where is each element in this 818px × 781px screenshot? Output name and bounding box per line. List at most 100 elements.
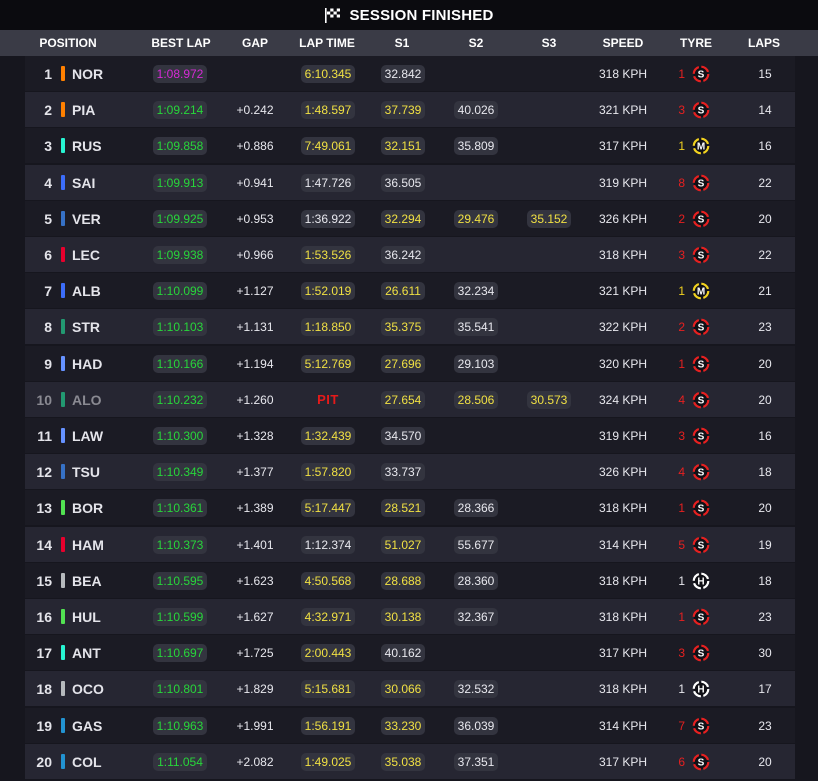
speed-value: 318 KPH xyxy=(598,500,648,515)
col-header-lap-time[interactable]: LAP TIME xyxy=(292,30,362,56)
lap-time-cell: 4:50.568 xyxy=(289,563,367,598)
table-row[interactable]: 17 ANT 1:10.697 +1.725 2:00.443 40.162 317 KPH… xyxy=(25,635,795,670)
tyre-cell: 3S xyxy=(673,635,733,670)
lap-time-value: 1:56.191 xyxy=(300,716,356,735)
col-header-gap[interactable]: GAP xyxy=(230,30,280,56)
tyre-compound-icon: S xyxy=(692,101,710,118)
s3-cell xyxy=(519,56,579,91)
s1-cell: 37.739 xyxy=(373,92,433,127)
table-row[interactable]: 18 OCO 1:10.801 +1.829 5:15.681 30.066 32.532 3… xyxy=(25,671,795,706)
table-row[interactable]: 13 BOR 1:10.361 +1.389 5:17.447 28.521 28.366 3… xyxy=(25,490,795,525)
team-color-cell xyxy=(60,418,66,453)
s1-cell: 33.230 xyxy=(373,708,433,743)
tyre-compound-icon: S xyxy=(692,210,710,227)
gap-value: +0.966 xyxy=(236,247,274,262)
pit-status: PIT xyxy=(317,392,339,407)
table-row[interactable]: 15 BEA 1:10.595 +1.623 4:50.568 28.688 28.360 3… xyxy=(25,563,795,598)
col-header-tyre[interactable]: TYRE xyxy=(672,30,720,56)
row-position: 3 xyxy=(44,137,52,154)
table-row[interactable]: 3 RUS 1:09.858 +0.886 7:49.061 32.151 35.809 31… xyxy=(25,128,795,163)
best-lap-value: 1:10.103 xyxy=(152,317,208,336)
s2-value: 40.026 xyxy=(453,100,499,119)
laps-value: 16 xyxy=(758,138,772,153)
table-row[interactable]: 6 LEC 1:09.938 +0.966 1:53.526 36.242 318 KPH 3… xyxy=(25,237,795,272)
col-header-position[interactable]: POSITION xyxy=(25,30,111,56)
table-row[interactable]: 9 HAD 1:10.166 +1.194 5:12.769 27.696 29.103 32… xyxy=(25,346,795,381)
gap-value: +1.328 xyxy=(236,428,274,443)
row-position: 15 xyxy=(36,572,52,589)
best-lap-value: 1:10.373 xyxy=(152,535,208,554)
lap-time-value: 1:47.726 xyxy=(300,173,356,192)
lap-time-value: 1:36.922 xyxy=(300,209,356,228)
lap-time-value: 1:57.820 xyxy=(300,462,356,481)
tyre-age: 4 xyxy=(678,392,685,407)
session-title: SESSION FINISHED xyxy=(349,6,494,24)
s3-cell xyxy=(519,563,579,598)
tyre-compound-icon: S xyxy=(692,318,710,335)
best-lap-cell: 1:10.361 xyxy=(145,490,215,525)
table-row[interactable]: 8 STR 1:10.103 +1.131 1:18.850 35.375 35.541 32… xyxy=(25,309,795,344)
s1-cell: 34.570 xyxy=(373,418,433,453)
best-lap-cell: 1:10.963 xyxy=(145,708,215,743)
tyre-compound-icon: S xyxy=(692,427,710,444)
s1-cell: 30.138 xyxy=(373,599,433,634)
col-header-speed[interactable]: SPEED xyxy=(591,30,655,56)
s2-cell: 32.367 xyxy=(446,599,506,634)
gap-value: +2.082 xyxy=(236,754,274,769)
tyre-compound-label: S xyxy=(698,540,705,551)
team-color-bar xyxy=(61,754,65,769)
table-row[interactable]: 5 VER 1:09.925 +0.953 1:36.922 32.294 29.476 35… xyxy=(25,201,795,236)
driver-code: RUS xyxy=(72,137,102,154)
s3-cell xyxy=(519,599,579,634)
tyre-cell: 7S xyxy=(673,708,733,743)
table-row[interactable]: 19 GAS 1:10.963 +1.991 1:56.191 33.230 36.039 3… xyxy=(25,708,795,743)
team-color-cell xyxy=(60,563,66,598)
row-position: 8 xyxy=(44,318,52,335)
s3-cell xyxy=(519,165,579,200)
col-header-best-lap[interactable]: BEST LAP xyxy=(145,30,217,56)
s2-value: 28.360 xyxy=(453,571,499,590)
s2-cell: 28.506 xyxy=(446,382,506,417)
table-header: POSITION BEST LAP GAP LAP TIME S1 S2 S3 … xyxy=(0,30,818,56)
lap-time-value: 4:32.971 xyxy=(300,607,356,626)
best-lap-value: 1:10.599 xyxy=(152,607,208,626)
tyre-compound-icon: H xyxy=(692,680,710,697)
table-row[interactable]: 20 COL 1:11.054 +2.082 1:49.025 35.038 37.351 3… xyxy=(25,744,795,779)
col-header-s1[interactable]: S1 xyxy=(377,30,427,56)
lap-time-cell: 4:32.971 xyxy=(289,599,367,634)
lap-time-cell: 1:49.025 xyxy=(289,744,367,779)
s1-cell: 32.294 xyxy=(373,201,433,236)
best-lap-value: 1:10.349 xyxy=(152,462,208,481)
team-color-bar xyxy=(61,319,65,334)
table-row[interactable]: 7 ALB 1:10.099 +1.127 1:52.019 26.611 32.234 32… xyxy=(25,273,795,308)
tyre-compound-label: S xyxy=(698,431,705,442)
tyre-cell: 2S xyxy=(673,201,733,236)
table-row[interactable]: 11 LAW 1:10.300 +1.328 1:32.439 34.570 319 KPH… xyxy=(25,418,795,453)
tyre-cell: 3S xyxy=(673,92,733,127)
table-row[interactable]: 14 HAM 1:10.373 +1.401 1:12.374 51.027 55.677 3… xyxy=(25,527,795,562)
s2-cell xyxy=(446,56,506,91)
col-header-laps[interactable]: LAPS xyxy=(740,30,788,56)
col-header-s3[interactable]: S3 xyxy=(524,30,574,56)
best-lap-cell: 1:08.972 xyxy=(145,56,215,91)
laps-value: 23 xyxy=(758,718,772,733)
table-row[interactable]: 4 SAI 1:09.913 +0.941 1:47.726 36.505 319 KPH 8… xyxy=(25,165,795,200)
laps-value: 20 xyxy=(758,211,772,226)
gap-value: +1.127 xyxy=(236,283,274,298)
table-row[interactable]: 2 PIA 1:09.214 +0.242 1:48.597 37.739 40.026 32… xyxy=(25,92,795,127)
s1-value: 26.611 xyxy=(381,281,425,300)
table-row[interactable]: 16 HUL 1:10.599 +1.627 4:32.971 30.138 32.367 3… xyxy=(25,599,795,634)
s1-cell: 26.611 xyxy=(373,273,433,308)
tyre-cell: 1S xyxy=(673,346,733,381)
s2-value: 36.039 xyxy=(453,716,499,735)
tyre-age: 3 xyxy=(678,645,685,660)
tyre-cell: 2S xyxy=(673,309,733,344)
s1-value: 32.294 xyxy=(380,209,426,228)
team-color-bar xyxy=(61,66,65,81)
table-row[interactable]: 12 TSU 1:10.349 +1.377 1:57.820 33.737 326 KPH… xyxy=(25,454,795,489)
table-row[interactable]: 1 NOR 1:08.972 6:10.345 32.842 318 KPH 1 S 15 xyxy=(25,56,795,91)
speed-value: 321 KPH xyxy=(598,102,648,117)
table-row[interactable]: 10 ALO 1:10.232 +1.260 PIT 27.654 28.506 30.573… xyxy=(25,382,795,417)
best-lap-value: 1:09.938 xyxy=(152,245,208,264)
col-header-s2[interactable]: S2 xyxy=(451,30,501,56)
